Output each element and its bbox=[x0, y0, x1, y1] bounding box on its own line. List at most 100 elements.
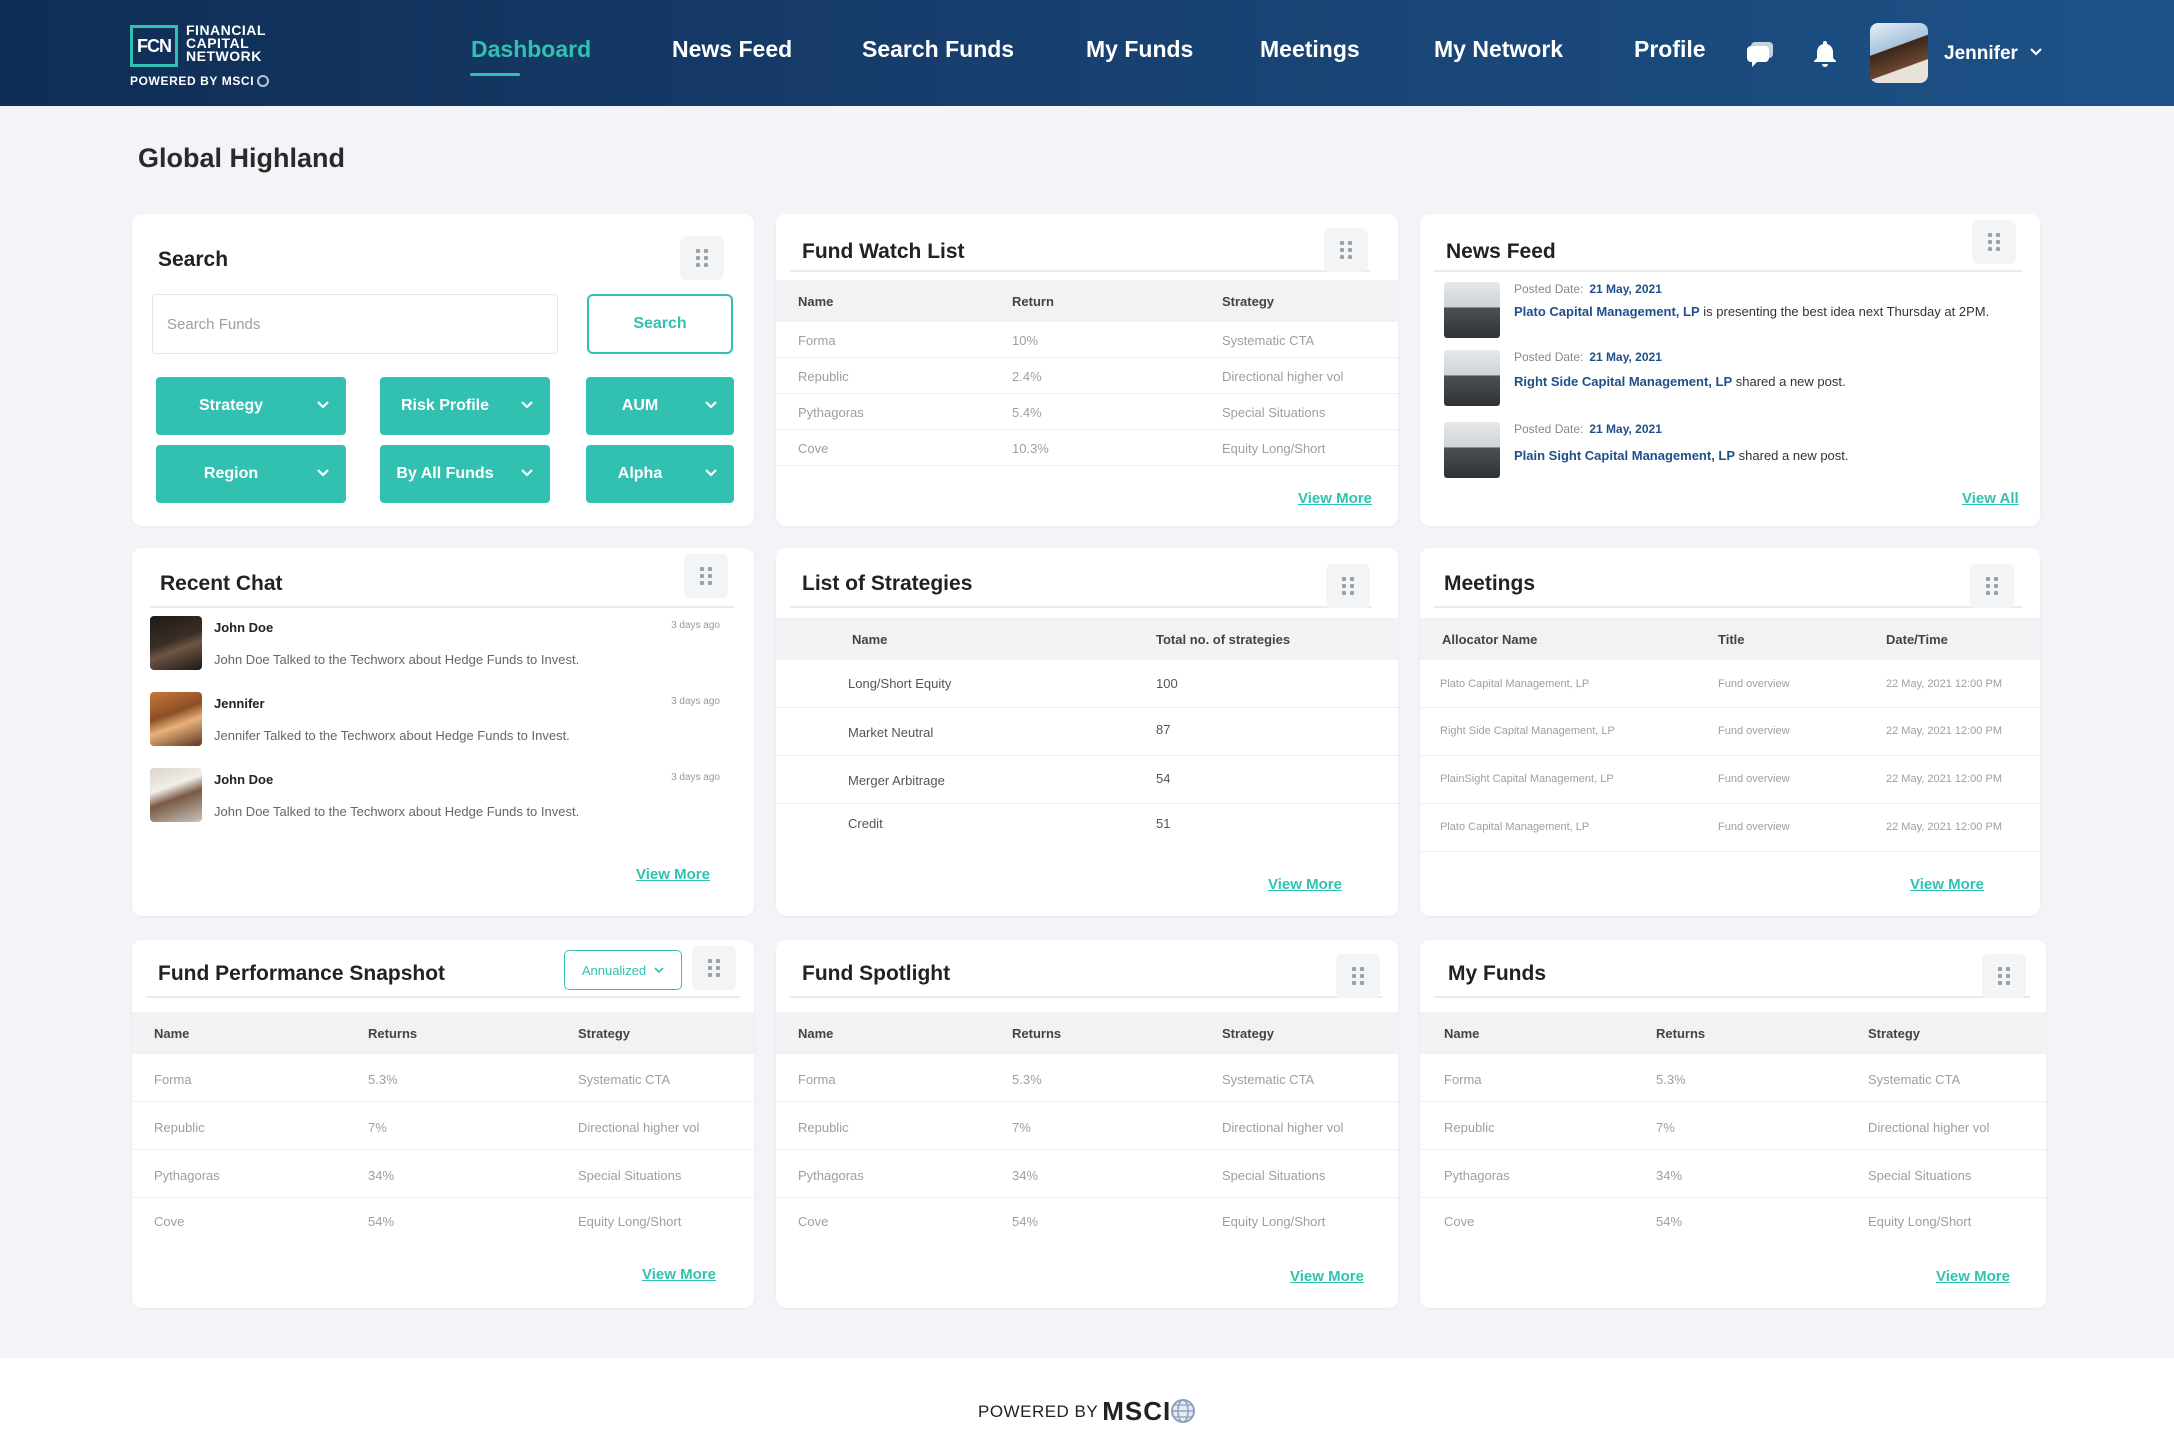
view-more-link[interactable]: View More bbox=[636, 866, 710, 883]
chat-item[interactable]: John Doe 3 days ago John Doe Talked to t… bbox=[150, 768, 720, 826]
news-item[interactable]: Posted Date: 21 May, 2021 Plato Capital M… bbox=[1444, 282, 2034, 346]
table-row[interactable]: Forma 5.3% Systematic CTA bbox=[776, 1054, 1398, 1102]
table-row[interactable]: Pythagoras 34% Special Situations bbox=[132, 1150, 754, 1198]
cell-name: Pythagoras bbox=[798, 1168, 864, 1183]
cell-name: Forma bbox=[1444, 1072, 1482, 1087]
table-row[interactable]: Credit 51 bbox=[776, 804, 1398, 852]
card-title: List of Strategies bbox=[802, 572, 973, 595]
news-item[interactable]: Posted Date: 21 May, 2021 Plain Sight Cap… bbox=[1444, 422, 2034, 486]
view-more-link[interactable]: View More bbox=[1290, 1268, 1364, 1285]
chevron-down-icon bbox=[317, 469, 329, 477]
filter-label: Alpha bbox=[617, 465, 663, 482]
chat-time: 3 days ago bbox=[671, 620, 720, 631]
column-header: Strategy bbox=[1868, 1026, 1921, 1041]
nav-my-funds[interactable]: My Funds bbox=[1086, 36, 1193, 63]
table-row[interactable]: Plato Capital Management, LP Fund overvi… bbox=[1420, 660, 2040, 708]
table-row[interactable]: Market Neutral 87 bbox=[776, 708, 1398, 756]
drag-handle-icon[interactable] bbox=[1326, 564, 1370, 608]
drag-handle-icon[interactable] bbox=[684, 554, 728, 598]
search-button[interactable]: Search bbox=[587, 294, 733, 354]
meeting-datetime: 22 May, 2021 12:00 PM bbox=[1886, 725, 2002, 737]
nav-news-feed[interactable]: News Feed bbox=[672, 36, 792, 63]
drag-handle-icon[interactable] bbox=[1972, 220, 2016, 264]
chevron-down-icon bbox=[705, 401, 717, 409]
drag-handle-icon[interactable] bbox=[1324, 228, 1368, 272]
drag-handle-icon[interactable] bbox=[1982, 954, 2026, 998]
filter-region-dropdown[interactable]: Region bbox=[156, 445, 346, 503]
view-more-link[interactable]: View More bbox=[1910, 876, 1984, 893]
msci-logo-text: MSCI bbox=[1102, 1396, 1172, 1426]
table-row[interactable]: Forma 10% Systematic CTA bbox=[776, 322, 1398, 358]
chat-icon[interactable] bbox=[1745, 38, 1775, 68]
drag-handle-icon[interactable] bbox=[692, 946, 736, 990]
news-item[interactable]: Posted Date: 21 May, 2021 Right Side Capi… bbox=[1444, 350, 2034, 414]
filter-strategy-dropdown[interactable]: Strategy bbox=[156, 377, 346, 435]
view-more-link[interactable]: View More bbox=[1936, 1268, 2010, 1285]
table-row[interactable]: Long/Short Equity 100 bbox=[776, 660, 1398, 708]
user-avatar[interactable] bbox=[1870, 23, 1928, 83]
chat-sender: Jennifer bbox=[214, 696, 265, 711]
chat-item[interactable]: Jennifer 3 days ago Jennifer Talked to t… bbox=[150, 692, 720, 750]
table-row[interactable]: Cove 54% Equity Long/Short bbox=[132, 1198, 754, 1246]
filter-risk-profile-dropdown[interactable]: Risk Profile bbox=[380, 377, 550, 435]
page-title: Global Highland bbox=[138, 143, 345, 173]
news-company-link[interactable]: Plato Capital Management, LP bbox=[1514, 304, 1700, 319]
table-row[interactable]: Pythagoras 5.4% Special Situations bbox=[776, 394, 1398, 430]
view-more-link[interactable]: View More bbox=[642, 1266, 716, 1283]
news-company-link[interactable]: Right Side Capital Management, LP bbox=[1514, 374, 1732, 389]
table-row[interactable]: Pythagoras 34% Special Situations bbox=[776, 1150, 1398, 1198]
filter-alpha-dropdown[interactable]: Alpha bbox=[586, 445, 734, 503]
table-row[interactable]: Plato Capital Management, LP Fund overvi… bbox=[1420, 804, 2040, 852]
allocator-name: PlainSight Capital Management, LP bbox=[1440, 773, 1614, 785]
nav-profile[interactable]: Profile bbox=[1634, 36, 1706, 63]
nav-meetings[interactable]: Meetings bbox=[1260, 36, 1360, 63]
cell-return: 5.4% bbox=[1012, 405, 1042, 420]
bell-icon[interactable] bbox=[1810, 38, 1840, 68]
view-more-link[interactable]: View More bbox=[1268, 876, 1342, 893]
table-header: Name Returns Strategy bbox=[1420, 1012, 2046, 1054]
cell-name: Cove bbox=[1444, 1214, 1475, 1229]
table-row[interactable]: Forma 5.3% Systematic CTA bbox=[1420, 1054, 2046, 1102]
drag-handle-icon[interactable] bbox=[680, 236, 724, 280]
cell-return: 10% bbox=[1012, 333, 1039, 348]
search-input[interactable] bbox=[152, 294, 558, 354]
cell-strategy: Special Situations bbox=[1222, 405, 1326, 420]
table-row[interactable]: Merger Arbitrage 54 bbox=[776, 756, 1398, 804]
nav-dashboard[interactable]: Dashboard bbox=[471, 36, 591, 63]
avatar bbox=[150, 692, 202, 746]
table-row[interactable]: Cove 54% Equity Long/Short bbox=[1420, 1198, 2046, 1246]
cell-return: 54% bbox=[368, 1214, 395, 1229]
table-row[interactable]: Republic 7% Directional higher vol bbox=[132, 1102, 754, 1150]
fcn-logo[interactable]: FCN FINANCIAL CAPITAL NETWORK POWERED BY… bbox=[128, 22, 308, 90]
table-row[interactable]: Republic 7% Directional higher vol bbox=[776, 1102, 1398, 1150]
filter-by-all-funds-dropdown[interactable]: By All Funds bbox=[380, 445, 550, 503]
chevron-down-icon[interactable] bbox=[2028, 44, 2044, 60]
view-more-link[interactable]: View More bbox=[1298, 490, 1372, 507]
drag-handle-icon[interactable] bbox=[1336, 954, 1380, 998]
user-name[interactable]: Jennifer bbox=[1944, 43, 2018, 65]
news-company-link[interactable]: Plain Sight Capital Management, LP bbox=[1514, 448, 1735, 463]
drag-handle-icon[interactable] bbox=[1970, 564, 2014, 608]
table-row[interactable]: Pythagoras 34% Special Situations bbox=[1420, 1150, 2046, 1198]
cell-strategy: Directional higher vol bbox=[1222, 369, 1344, 384]
period-dropdown[interactable]: Annualized bbox=[564, 950, 682, 990]
table-row[interactable]: Republic 7% Directional higher vol bbox=[1420, 1102, 2046, 1150]
table-header: Name Return Strategy bbox=[776, 280, 1398, 322]
filter-aum-dropdown[interactable]: AUM bbox=[586, 377, 734, 435]
chevron-down-icon bbox=[521, 401, 533, 409]
news-text: Plain Sight Capital Management, LP share… bbox=[1514, 446, 2024, 466]
divider bbox=[150, 606, 734, 608]
logo-wordmark: FINANCIAL CAPITAL NETWORK bbox=[186, 23, 266, 63]
chat-item[interactable]: John Doe 3 days ago John Doe Talked to t… bbox=[150, 616, 720, 674]
table-row[interactable]: Cove 54% Equity Long/Short bbox=[776, 1198, 1398, 1246]
nav-search-funds[interactable]: Search Funds bbox=[862, 36, 1014, 63]
cell-strategy: Systematic CTA bbox=[1222, 1072, 1315, 1087]
table-row[interactable]: Cove 10.3% Equity Long/Short bbox=[776, 430, 1398, 466]
table-row[interactable]: PlainSight Capital Management, LP Fund o… bbox=[1420, 756, 2040, 804]
table-row[interactable]: Forma 5.3% Systematic CTA bbox=[132, 1054, 754, 1102]
table-row[interactable]: Republic 2.4% Directional higher vol bbox=[776, 358, 1398, 394]
news-thumbnail bbox=[1444, 350, 1500, 406]
table-row[interactable]: Right Side Capital Management, LP Fund o… bbox=[1420, 708, 2040, 756]
nav-my-network[interactable]: My Network bbox=[1434, 36, 1563, 63]
view-all-link[interactable]: View All bbox=[1962, 490, 2019, 507]
